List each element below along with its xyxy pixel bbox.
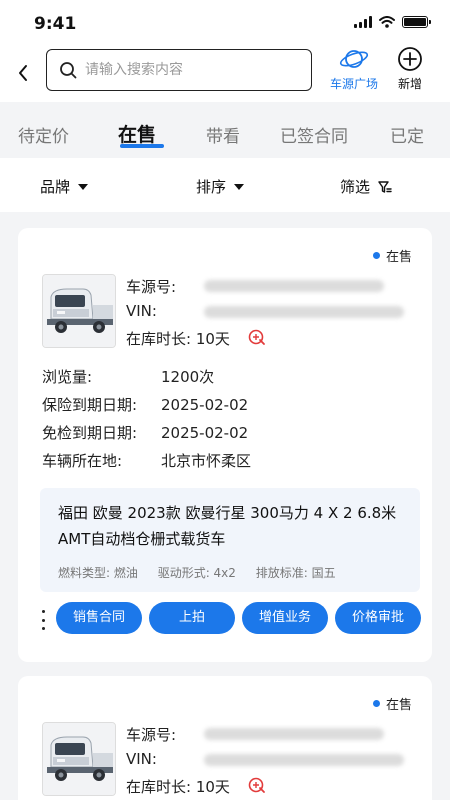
insurance-label: 保险到期日期:: [42, 396, 138, 414]
caret-down-icon: [234, 183, 245, 190]
filter-button[interactable]: 筛选: [340, 176, 392, 197]
search-box[interactable]: [46, 49, 312, 91]
truck-image: [43, 275, 115, 347]
tab-pending-price[interactable]: 待定价: [18, 122, 69, 147]
planet-icon: [339, 50, 369, 68]
source-number-value-redacted: [204, 280, 384, 292]
tab-viewing[interactable]: 带看: [206, 122, 240, 147]
caret-down-icon: [78, 183, 89, 190]
vin-value-redacted: [204, 306, 404, 318]
brand-filter[interactable]: 品牌: [40, 176, 89, 197]
stock-duration: 在库时长: 10天: [126, 778, 230, 796]
vehicle-specs: 燃料类型: 燃油 驱动形式: 4x2 排放标准: 国五: [58, 564, 352, 581]
price-approval-button[interactable]: 价格审批: [335, 602, 421, 634]
location-label: 车辆所在地:: [42, 452, 123, 470]
inspection-value: 2025-02-02: [161, 424, 249, 442]
source-number-value-redacted: [204, 728, 384, 740]
source-number-label: 车源号:: [126, 726, 177, 744]
active-tab-indicator: [120, 144, 164, 148]
search-input[interactable]: [85, 50, 305, 90]
vehicle-market-label: 车源广场: [329, 77, 378, 91]
auction-button[interactable]: 上拍: [149, 602, 235, 634]
sales-contract-button[interactable]: 销售合同: [56, 602, 142, 634]
price-tag-icon: [248, 777, 265, 793]
sort-filter-label: 排序: [196, 178, 227, 196]
search-header: 车源广场 新增: [0, 44, 450, 102]
insurance-value: 2025-02-02: [161, 396, 249, 414]
status-icons: [354, 16, 431, 28]
vehicle-market-button[interactable]: 车源广场: [324, 46, 384, 92]
status-badge: 在售: [372, 246, 412, 265]
status-time: 9:41: [34, 14, 77, 34]
add-label: 新增: [397, 77, 422, 91]
vehicle-title: 福田 欧曼 2023款 欧曼行星 300马力 4 X 2 6.8米AMT自动档仓…: [58, 504, 397, 548]
back-button[interactable]: [12, 60, 34, 86]
location-value: 北京市怀柔区: [161, 452, 252, 470]
vehicle-thumbnail: [42, 722, 116, 796]
location-row: 车辆所在地: 北京市怀柔区: [42, 450, 251, 471]
emission-standard: 排放标准: 国五: [255, 566, 336, 580]
truck-image: [43, 723, 115, 795]
insurance-row: 保险到期日期: 2025-02-02: [42, 394, 248, 415]
views-row: 浏览量: 1200次: [42, 366, 214, 387]
plus-circle-icon: [398, 47, 422, 71]
vin-label: VIN:: [126, 750, 157, 768]
status-dot: [372, 252, 380, 259]
more-options-icon[interactable]: [38, 610, 48, 630]
status-dot: [372, 700, 380, 707]
price-tag-icon: [248, 329, 265, 345]
add-button[interactable]: 新增: [390, 46, 430, 92]
vehicle-card[interactable]: 在售 车源号: VIN: 在库时长: 10天: [18, 676, 432, 800]
vin-label: VIN:: [126, 302, 157, 320]
inspection-label: 免检到期日期:: [42, 424, 138, 442]
vehicle-card[interactable]: 在售 车源号: VIN: 在库时长: 10天 浏览量: 1200次 保险到期日期:…: [18, 228, 432, 662]
tab-contract-signed[interactable]: 已签合同: [280, 122, 348, 147]
tab-on-sale[interactable]: 在售: [118, 120, 156, 147]
views-label: 浏览量:: [42, 368, 93, 386]
vehicle-thumbnail: [42, 274, 116, 348]
vehicle-description: 福田 欧曼 2023款 欧曼行星 300马力 4 X 2 6.8米AMT自动档仓…: [40, 488, 420, 592]
filter-bar: 品牌 排序 筛选: [0, 158, 450, 212]
sort-filter[interactable]: 排序: [196, 176, 245, 197]
filter-icon: [378, 180, 392, 193]
status-badge-label: 在售: [385, 250, 412, 265]
search-icon: [60, 62, 77, 79]
wifi-icon: [379, 16, 395, 28]
filter-label: 筛选: [340, 178, 371, 196]
status-badge-label: 在售: [385, 698, 412, 713]
tab-reserved[interactable]: 已定: [390, 122, 424, 147]
inspection-row: 免检到期日期: 2025-02-02: [42, 422, 248, 443]
battery-icon: [402, 16, 431, 28]
fuel-type: 燃料类型: 燃油: [58, 566, 138, 580]
cellular-signal-icon: [354, 16, 372, 28]
vin-value-redacted: [204, 754, 404, 766]
source-number-label: 车源号:: [126, 278, 177, 296]
drive-type: 驱动形式: 4x2: [157, 566, 236, 580]
status-bar: 9:41: [0, 0, 450, 44]
views-value: 1200次: [161, 368, 215, 386]
value-added-service-button[interactable]: 增值业务: [242, 602, 328, 634]
chevron-left-icon: [19, 65, 27, 81]
stock-duration: 在库时长: 10天: [126, 330, 230, 348]
brand-filter-label: 品牌: [40, 178, 71, 196]
status-tabs: 待定价 在售 带看 已签合同 已定: [0, 102, 450, 158]
status-badge: 在售: [372, 694, 412, 713]
